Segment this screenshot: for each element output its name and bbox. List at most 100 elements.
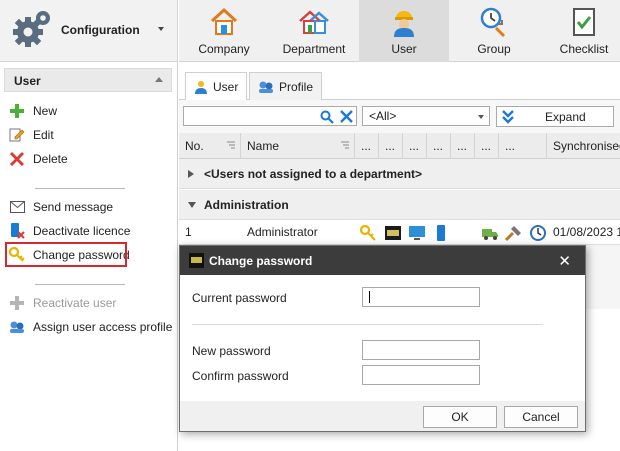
column-header-col6[interactable]: ... bbox=[427, 133, 451, 159]
current-password-label: Current password bbox=[192, 291, 287, 305]
company-icon bbox=[210, 7, 238, 35]
delete-icon bbox=[8, 151, 26, 167]
chevron-up-icon[interactable] bbox=[155, 77, 163, 82]
chevron-down-icon[interactable] bbox=[188, 202, 196, 208]
profile-icon bbox=[258, 80, 274, 94]
change-password-dialog: Change password ✕ Current password New p… bbox=[179, 245, 586, 432]
cell-name: Administrator bbox=[247, 225, 318, 239]
expand-icon bbox=[502, 110, 514, 124]
confirm-password-field[interactable] bbox=[362, 365, 480, 385]
monitor-icon bbox=[409, 226, 425, 240]
chevron-down-icon bbox=[478, 115, 484, 119]
edit-icon bbox=[8, 127, 26, 143]
sort-icon bbox=[227, 141, 235, 149]
phone-icon bbox=[437, 225, 445, 241]
module-switcher[interactable]: Configuration bbox=[0, 0, 178, 62]
column-header-no[interactable]: No. bbox=[179, 133, 241, 159]
deactivate-icon bbox=[8, 223, 26, 239]
menu-label: Deactivate licence bbox=[33, 224, 131, 238]
divider bbox=[192, 324, 543, 325]
group-label: <Users not assigned to a department> bbox=[204, 167, 423, 181]
delete-button[interactable]: Delete bbox=[8, 149, 68, 169]
hammer-icon bbox=[505, 226, 521, 242]
assign-profile-button[interactable]: Assign user access profile bbox=[8, 317, 172, 337]
dialog-title: Change password bbox=[209, 254, 313, 268]
text-caret bbox=[369, 291, 370, 303]
filter-select[interactable]: <All> bbox=[362, 106, 490, 126]
mail-icon bbox=[8, 199, 26, 215]
column-header-col7[interactable]: ... bbox=[451, 133, 475, 159]
menu-label: Assign user access profile bbox=[33, 320, 173, 334]
confirm-password-label: Confirm password bbox=[192, 369, 289, 383]
tab-profile[interactable]: Profile bbox=[249, 72, 323, 100]
filter-select-value: <All> bbox=[369, 109, 397, 123]
cell-synchronised: 01/08/2023 1 bbox=[553, 225, 620, 239]
truck-icon bbox=[482, 229, 498, 240]
plus-icon bbox=[8, 295, 26, 311]
tab-user[interactable]: User bbox=[185, 72, 248, 101]
search-input[interactable] bbox=[183, 106, 357, 126]
grid-header: No. Name ... ... ... ... ... ... ... Syn… bbox=[179, 133, 620, 159]
reactivate-user-button[interactable]: Reactivate user bbox=[8, 293, 116, 313]
column-header-name[interactable]: Name bbox=[241, 133, 355, 159]
send-message-button[interactable]: Send message bbox=[8, 197, 113, 217]
dialog-title-bar[interactable]: Change password ✕ bbox=[180, 246, 585, 275]
column-header-col3[interactable]: ... bbox=[355, 133, 379, 159]
toolbar-company[interactable]: Company bbox=[179, 0, 269, 62]
department-icon bbox=[299, 10, 329, 34]
group-row[interactable]: <Users not assigned to a department> bbox=[179, 159, 620, 189]
menu-label: Edit bbox=[33, 128, 54, 142]
cell-no: 1 bbox=[185, 225, 192, 239]
search-icon[interactable] bbox=[320, 110, 334, 124]
toolbar-label: Department bbox=[282, 42, 346, 56]
expand-button[interactable]: Expand bbox=[496, 106, 614, 127]
edit-button[interactable]: Edit bbox=[8, 125, 54, 145]
toolbar-user[interactable]: User bbox=[359, 0, 449, 62]
toolbar-label: Checklist bbox=[559, 42, 609, 56]
expand-label: Expand bbox=[545, 110, 586, 124]
divider bbox=[35, 188, 125, 189]
deactivate-licence-button[interactable]: Deactivate licence bbox=[8, 221, 130, 241]
tab-strip: User Profile bbox=[179, 62, 620, 101]
group-row[interactable]: Administration bbox=[179, 190, 620, 220]
toolbar-department[interactable]: Department bbox=[269, 0, 359, 62]
toolbar-label: Group bbox=[477, 42, 511, 56]
column-header-col5[interactable]: ... bbox=[403, 133, 427, 159]
user-icon bbox=[194, 80, 208, 94]
action-panel: User New Edit Delete Send message Deacti… bbox=[0, 62, 178, 451]
toolbar-group[interactable]: Group bbox=[449, 0, 539, 62]
table-row[interactable]: 1 Administrator 01/08/2023 1 bbox=[179, 220, 620, 245]
new-password-label: New password bbox=[192, 344, 271, 358]
column-header-col8[interactable]: ... bbox=[475, 133, 499, 159]
section-title: User bbox=[14, 74, 41, 88]
terminal-icon bbox=[385, 226, 401, 240]
close-icon[interactable] bbox=[340, 110, 353, 123]
cancel-button[interactable]: Cancel bbox=[504, 406, 578, 428]
column-header-col4[interactable]: ... bbox=[379, 133, 403, 159]
chevron-down-icon[interactable] bbox=[158, 27, 164, 31]
toolbar-checklist[interactable]: Checklist bbox=[539, 0, 620, 62]
ok-button[interactable]: OK bbox=[423, 406, 497, 428]
tab-label: Profile bbox=[279, 79, 314, 94]
section-header-user[interactable]: User bbox=[4, 68, 172, 92]
column-header-synchronised[interactable]: Synchronised bbox=[547, 133, 620, 159]
module-title: Configuration bbox=[61, 23, 140, 37]
current-password-field[interactable] bbox=[362, 287, 480, 307]
tab-label: User bbox=[213, 80, 239, 94]
chevron-right-icon[interactable] bbox=[188, 170, 194, 178]
user-icon bbox=[394, 11, 414, 37]
filter-bar: <All> Expand bbox=[179, 100, 620, 133]
checklist-icon bbox=[573, 8, 595, 36]
clock-icon bbox=[530, 225, 546, 241]
new-button[interactable]: New bbox=[8, 101, 57, 121]
toolbar-label: Company bbox=[198, 42, 250, 56]
terminal-icon bbox=[189, 253, 204, 268]
new-password-field[interactable] bbox=[362, 340, 480, 360]
profile-icon bbox=[8, 319, 26, 335]
menu-label: Delete bbox=[33, 152, 68, 166]
menu-label: Send message bbox=[33, 200, 114, 214]
plus-icon bbox=[8, 103, 26, 119]
sort-icon bbox=[341, 141, 349, 149]
column-header-col9[interactable]: ... bbox=[499, 133, 547, 159]
close-icon[interactable]: ✕ bbox=[558, 252, 571, 270]
